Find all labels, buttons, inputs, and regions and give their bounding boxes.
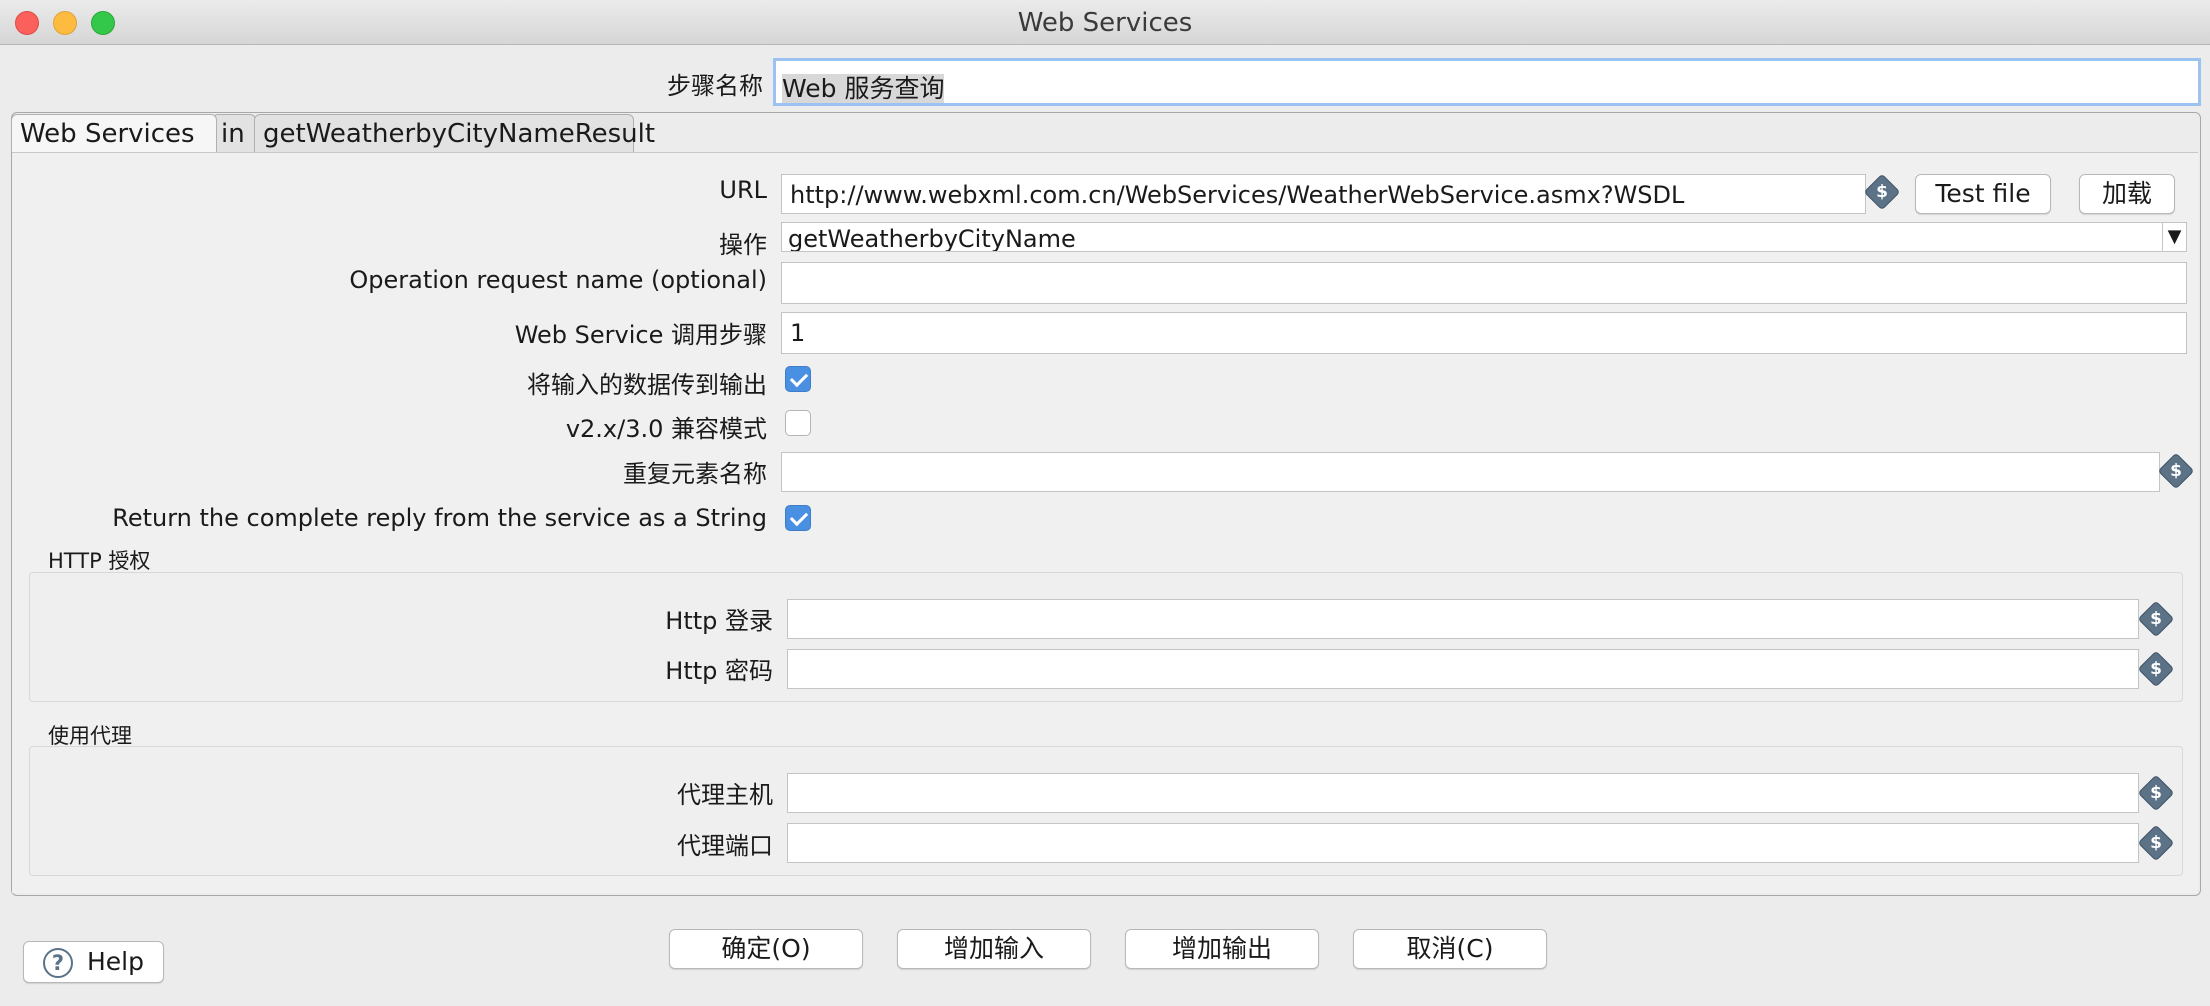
proxy-port-label: 代理端口 (677, 832, 773, 860)
help-button[interactable]: ? Help (23, 941, 164, 983)
operation-label: 操作 (719, 231, 767, 259)
url-label: URL (719, 176, 767, 204)
proxy-host-input[interactable] (787, 773, 2139, 813)
url-input[interactable]: http://www.webxml.com.cn/WebServices/Wea… (781, 174, 1866, 214)
http-login-label: Http 登录 (665, 607, 773, 635)
test-file-button[interactable]: Test file (1915, 174, 2051, 214)
complete-reply-checkbox[interactable] (785, 505, 811, 531)
tab-in[interactable]: in (212, 114, 256, 152)
repeat-element-input[interactable] (781, 452, 2160, 492)
dropdown-arrow-icon[interactable]: ▼ (2162, 223, 2186, 251)
pass-input-checkbox[interactable] (785, 366, 811, 392)
ok-button[interactable]: 确定(O) (669, 929, 863, 969)
compat-mode-label: v2.x/3.0 兼容模式 (565, 415, 767, 443)
http-password-label: Http 密码 (665, 657, 773, 685)
window-title: Web Services (1017, 8, 1193, 38)
operation-value: getWeatherbyCityName (788, 225, 1076, 252)
tab-result[interactable]: getWeatherbyCityNameResult (254, 114, 655, 152)
step-name-label: 步骤名称 (667, 72, 763, 100)
http-auth-title: HTTP 授权 (48, 549, 151, 573)
cancel-button[interactable]: 取消(C) (1353, 929, 1547, 969)
proxy-port-input[interactable] (787, 823, 2139, 863)
step-name-input[interactable]: Web 服务查询 (773, 58, 2201, 106)
pass-input-label: 将输入的数据传到输出 (527, 371, 767, 399)
add-output-button[interactable]: 增加输出 (1125, 929, 1319, 969)
help-label: Help (87, 947, 144, 976)
compat-mode-checkbox[interactable] (785, 410, 811, 436)
operation-combobox[interactable]: getWeatherbyCityName ▼ (781, 222, 2187, 252)
step-name-value: Web 服务查询 (782, 74, 945, 103)
help-icon: ? (43, 948, 73, 978)
http-password-input[interactable] (787, 649, 2139, 689)
load-button[interactable]: 加载 (2079, 174, 2175, 214)
title-bar: Web Services (0, 0, 2210, 45)
proxy-host-label: 代理主机 (677, 781, 773, 809)
add-input-button[interactable]: 增加输入 (897, 929, 1091, 969)
complete-reply-label: Return the complete reply from the servi… (112, 504, 767, 532)
tab-web-services[interactable]: Web Services (11, 114, 217, 152)
op-request-label: Operation request name (optional) (349, 266, 767, 294)
repeat-element-label: 重复元素名称 (623, 460, 767, 488)
op-request-input[interactable] (781, 262, 2187, 304)
call-step-input[interactable]: 1 (781, 312, 2187, 354)
call-step-label: Web Service 调用步骤 (514, 321, 767, 349)
http-login-input[interactable] (787, 599, 2139, 639)
